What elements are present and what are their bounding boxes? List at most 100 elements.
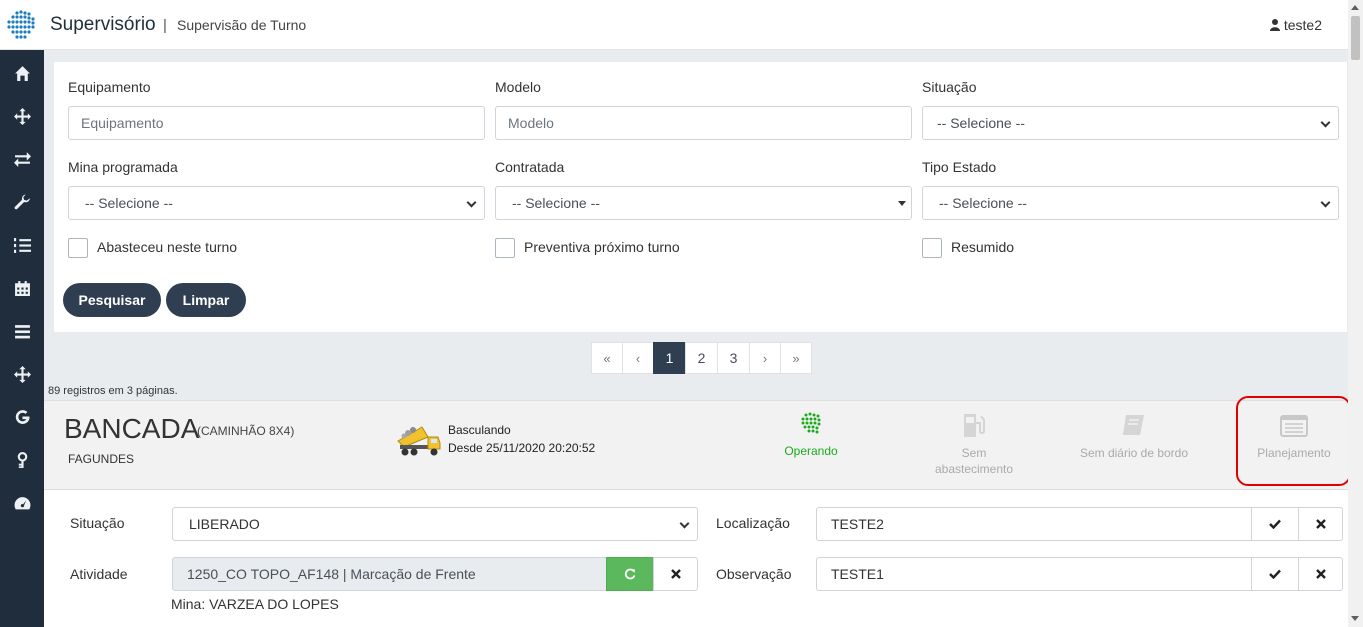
situacao-filter-select[interactable]: -- Selecione -- [922, 106, 1339, 140]
calendar-icon [14, 280, 30, 296]
list-ordered-icon [13, 237, 31, 253]
observacao-value: TESTE1 [831, 566, 884, 582]
chevron-down-icon [679, 518, 690, 529]
abasteceu-checkbox[interactable] [68, 238, 88, 258]
atividade-clear-button[interactable] [653, 557, 698, 591]
equipment-card-header: BANCADA (CAMINHÃO 8X4) FAGUNDES Basculan… [44, 400, 1348, 490]
scroll-down-arrow-icon[interactable] [1351, 616, 1359, 621]
localizacao-clear-button[interactable] [1298, 507, 1343, 541]
atividade-value: 1250_CO TOPO_AF148 | Marcação de Frente [187, 566, 476, 582]
modelo-placeholder: Modelo [508, 115, 554, 131]
sidebar-item-exchange[interactable] [0, 144, 44, 174]
sidebar-item-google[interactable] [0, 402, 44, 432]
situacao-filter-value: -- Selecione -- [937, 115, 1025, 131]
observacao-confirm-button[interactable] [1251, 557, 1299, 591]
mina-programada-value: -- Selecione -- [85, 195, 173, 211]
localizacao-input[interactable]: TESTE2 [816, 507, 1252, 541]
mina-programada-label: Mina programada [68, 159, 178, 175]
localizacao-value: TESTE2 [831, 516, 884, 532]
user-menu[interactable]: teste2 [1269, 17, 1322, 33]
move-icon [13, 365, 31, 383]
scroll-up-arrow-icon[interactable] [1351, 5, 1359, 10]
localizacao-confirm-button[interactable] [1251, 507, 1299, 541]
sidebar-item-move[interactable] [0, 101, 44, 131]
dashboard-icon [14, 496, 30, 509]
status-sem-abastecimento[interactable]: Sem abastecimento [924, 411, 1024, 477]
status-diario-bordo[interactable]: Sem diário de bordo [1074, 411, 1194, 461]
fuel-pump-icon [964, 414, 985, 437]
status-sem-abast-label-1: Sem [961, 446, 987, 460]
atividade-label: Atividade [70, 566, 128, 582]
planejamento-highlight [1236, 396, 1351, 486]
page-3-button[interactable]: 3 [717, 342, 750, 374]
preventiva-checkbox[interactable] [495, 238, 515, 258]
observacao-clear-button[interactable] [1298, 557, 1343, 591]
observacao-input[interactable]: TESTE1 [816, 557, 1252, 591]
contratada-label: Contratada [495, 159, 565, 175]
modelo-label: Modelo [495, 79, 541, 95]
localizacao-label: Localização [716, 515, 790, 531]
sidebar-item-list[interactable] [0, 230, 44, 260]
equipment-name: BANCADA [64, 413, 200, 444]
records-count: 89 registros em 3 páginas. [48, 385, 178, 397]
sidebar-item-key[interactable] [0, 445, 44, 475]
mina-text: Mina: VARZEA DO LOPES [171, 596, 339, 612]
exchange-icon [13, 151, 31, 167]
prev-page-button[interactable]: ‹ [622, 342, 654, 374]
page-subtitle: Supervisão de Turno [177, 17, 307, 33]
next-page-button[interactable]: › [749, 342, 781, 374]
book-icon [1123, 415, 1144, 435]
page-2-button[interactable]: 2 [685, 342, 718, 374]
search-button[interactable]: Pesquisar [63, 283, 161, 317]
operando-icon [801, 412, 821, 434]
app-title[interactable]: Supervisório [50, 14, 156, 36]
sidebar-item-menu[interactable] [0, 316, 44, 346]
clear-button[interactable]: Limpar [166, 283, 246, 317]
close-icon [1315, 519, 1326, 529]
resumido-label[interactable]: Resumido [951, 239, 1014, 255]
mina-programada-select[interactable]: -- Selecione -- [68, 186, 485, 220]
chevron-down-icon [1320, 117, 1331, 128]
atividade-input: 1250_CO TOPO_AF148 | Marcação de Frente [172, 557, 607, 591]
situacao-filter-label: Situação [922, 79, 977, 95]
equipamento-input[interactable]: Equipamento [68, 106, 485, 140]
user-name: teste2 [1283, 17, 1322, 33]
tipo-estado-select[interactable]: -- Selecione -- [922, 186, 1339, 220]
status-operando[interactable]: Operando [766, 411, 856, 459]
chevron-down-icon [466, 197, 477, 208]
preventiva-label[interactable]: Preventiva próximo turno [524, 239, 680, 255]
move-icon [13, 107, 31, 125]
menu-icon [14, 324, 30, 338]
page-1-button[interactable]: 1 [653, 342, 686, 374]
observacao-label: Observação [716, 566, 792, 582]
sidebar [0, 50, 44, 627]
status-sem-abast-label-2: abastecimento [934, 462, 1014, 476]
equipment-type: (CAMINHÃO 8X4) [197, 424, 295, 438]
sidebar-item-move-2[interactable] [0, 359, 44, 389]
sidebar-item-calendar[interactable] [0, 273, 44, 303]
close-icon [1315, 569, 1326, 579]
pagination: « ‹ 1 2 3 › » [591, 342, 812, 374]
situacao-select[interactable]: LIBERADO [172, 507, 698, 541]
dump-truck-icon [397, 426, 441, 456]
equipment-operator: FAGUNDES [68, 452, 135, 466]
resumido-checkbox[interactable] [922, 238, 942, 258]
status-diario-label: Sem diário de bordo [1079, 446, 1189, 460]
abasteceu-label[interactable]: Abasteceu neste turno [97, 239, 237, 255]
equipment-state-since: Desde 25/11/2020 20:20:52 [448, 441, 596, 455]
chevron-down-icon [1320, 197, 1331, 208]
status-operando-label: Operando [784, 444, 838, 458]
contratada-select[interactable]: -- Selecione -- [495, 186, 912, 220]
logo-icon [7, 10, 35, 39]
first-page-button[interactable]: « [591, 342, 623, 374]
modelo-input[interactable]: Modelo [495, 106, 912, 140]
scroll-thumb[interactable] [1351, 16, 1360, 60]
last-page-button[interactable]: » [780, 342, 812, 374]
sidebar-item-maintenance[interactable] [0, 187, 44, 217]
contratada-value: -- Selecione -- [512, 195, 600, 211]
page-scrollbar[interactable] [1348, 0, 1363, 627]
sidebar-item-home[interactable] [0, 58, 44, 88]
atividade-refresh-button[interactable] [606, 557, 654, 591]
sidebar-item-dashboard[interactable] [0, 488, 44, 518]
home-icon [14, 65, 30, 81]
